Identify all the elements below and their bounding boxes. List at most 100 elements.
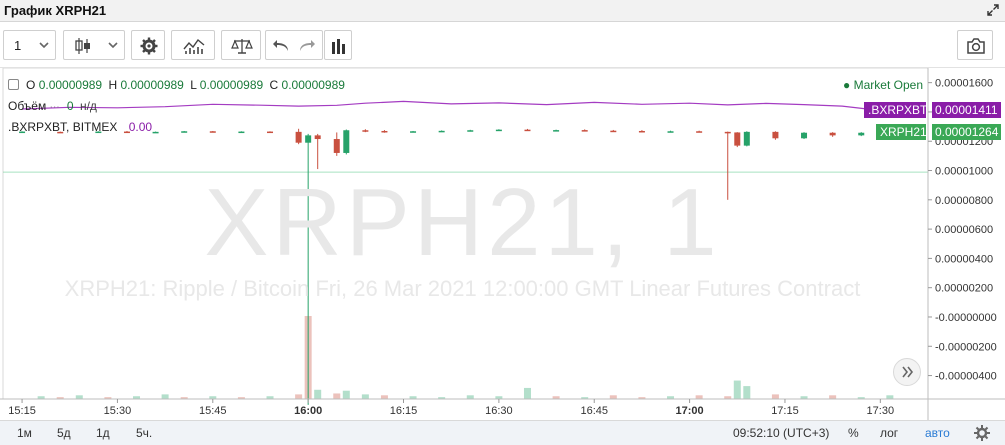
last-price-tag: 0.00001264: [932, 123, 1002, 140]
volume-bar: [771, 394, 779, 399]
candle-body: [743, 131, 750, 146]
close-value: 0.00000989: [281, 78, 345, 92]
candle-body: [495, 129, 502, 132]
x-tick-label: 17:15: [771, 405, 799, 417]
bars-button[interactable]: [324, 30, 352, 60]
ohlc-legend: O 0.00000989 H 0.00000989 L 0.00000989 C…: [8, 78, 345, 92]
y-tick-label: 0.00000200: [935, 283, 993, 295]
volume-settings-icon[interactable]: ⋯: [50, 102, 60, 113]
open-key: O: [26, 78, 36, 92]
low-value: 0.00000989: [199, 78, 264, 92]
settings-gear-icon[interactable]: [973, 424, 991, 442]
volume-bar: [314, 389, 322, 399]
high-key: H: [108, 78, 118, 92]
range-1m-button[interactable]: 1м: [17, 426, 32, 440]
volume-bar: [743, 386, 751, 399]
high-value: 0.00000989: [120, 78, 184, 92]
gear-icon: [140, 37, 158, 55]
toolbar: 1: [0, 22, 1005, 68]
auto-toggle[interactable]: авто: [925, 426, 950, 440]
settings-button[interactable]: [131, 30, 165, 60]
log-toggle[interactable]: лог: [880, 426, 898, 440]
window-title: График XRPH21: [4, 3, 107, 18]
candle-body: [267, 131, 274, 134]
volume-value: 0: [66, 99, 74, 113]
volume-bar: [295, 394, 303, 399]
range-1d-button[interactable]: 1д: [96, 426, 110, 440]
interval-select[interactable]: 1: [3, 30, 56, 60]
redo-icon[interactable]: [298, 38, 316, 54]
undo-redo-group: [265, 30, 323, 60]
percent-toggle[interactable]: %: [848, 426, 859, 440]
volume-bar: [361, 394, 369, 399]
x-tick-label: 15:30: [104, 405, 132, 417]
chart-style-button[interactable]: [63, 30, 125, 60]
candle-body: [314, 135, 321, 140]
compare-button[interactable]: [221, 30, 261, 60]
volume-bar: [695, 395, 703, 399]
candles: [19, 128, 893, 405]
candle-body: [362, 130, 369, 132]
compare-icon: [231, 39, 253, 54]
candles-icon: [75, 38, 90, 54]
legend-collapse-toggle[interactable]: [8, 79, 19, 90]
title-bar: График XRPH21: [0, 0, 1005, 22]
y-tick-label: 0.00001600: [935, 78, 993, 90]
volume-legend: Объём ⋯ 0 н/д: [8, 99, 97, 113]
grid: [2, 68, 929, 400]
candle-body: [438, 130, 445, 133]
volume-bar: [342, 390, 350, 399]
candle-body: [581, 130, 588, 132]
candle-body: [343, 130, 350, 153]
double-chevron-right-icon: [902, 366, 914, 378]
bottom-bar: 1м 5д 1д 5ч. 09:52:10 (UTC+3) % лог авто: [0, 420, 1005, 445]
candle-body: [772, 131, 779, 139]
candle-body: [410, 131, 417, 133]
y-tick-label: 0.00000400: [935, 253, 993, 265]
y-tick-label: -0.00000400: [935, 371, 997, 383]
chart-area[interactable]: 0.000016000.000014000.000012000.00001000…: [0, 68, 1005, 420]
chevron-down-icon: [108, 42, 118, 49]
scroll-to-realtime-button[interactable]: [893, 358, 921, 386]
x-tick-label: 16:30: [485, 405, 513, 417]
range-5d-button[interactable]: 5д: [57, 426, 71, 440]
maximize-icon[interactable]: [986, 3, 1000, 17]
x-tick-label: 15:15: [8, 405, 36, 417]
candle-body: [801, 132, 808, 139]
index-legend: .BXRPXBT, BITMEX 0.00: [8, 120, 152, 134]
volume-bar: [829, 395, 837, 399]
interval-value: 1: [14, 38, 22, 53]
index-price-tag: 0.00001411: [932, 102, 1001, 119]
volume-unit: н/д: [79, 99, 97, 113]
volume-bar: [886, 395, 894, 399]
index-series-label: .BXRPXBT, BITMEX: [8, 120, 118, 134]
volume-bar: [75, 395, 83, 399]
candle-body: [524, 129, 531, 132]
close-key: C: [269, 78, 279, 92]
candle-body: [696, 131, 703, 133]
volume-bar: [333, 393, 341, 399]
volume-bar: [161, 394, 169, 399]
screenshot-button[interactable]: [957, 30, 993, 60]
market-status: ● Market Open: [843, 78, 923, 92]
clock[interactable]: 09:52:10 (UTC+3): [733, 426, 829, 440]
open-value: 0.00000989: [38, 78, 103, 92]
y-tick-label: -0.00000200: [935, 341, 997, 353]
volume-bar: [380, 395, 388, 399]
candle-body: [667, 131, 674, 133]
low-key: L: [190, 78, 197, 92]
candle-body: [610, 130, 617, 133]
range-5h-button[interactable]: 5ч.: [136, 426, 152, 440]
candle-body: [295, 131, 302, 143]
candle-body: [734, 132, 741, 146]
indicators-button[interactable]: [171, 30, 215, 60]
bars-icon: [332, 39, 345, 54]
camera-icon: [967, 38, 985, 54]
candle-body: [152, 131, 159, 134]
candle-body: [238, 131, 245, 134]
chevron-down-icon: [39, 42, 49, 49]
y-tick-label: 0.00001000: [935, 166, 993, 178]
candle-body: [858, 132, 865, 136]
volume-bar: [733, 380, 741, 399]
undo-icon[interactable]: [272, 38, 290, 54]
